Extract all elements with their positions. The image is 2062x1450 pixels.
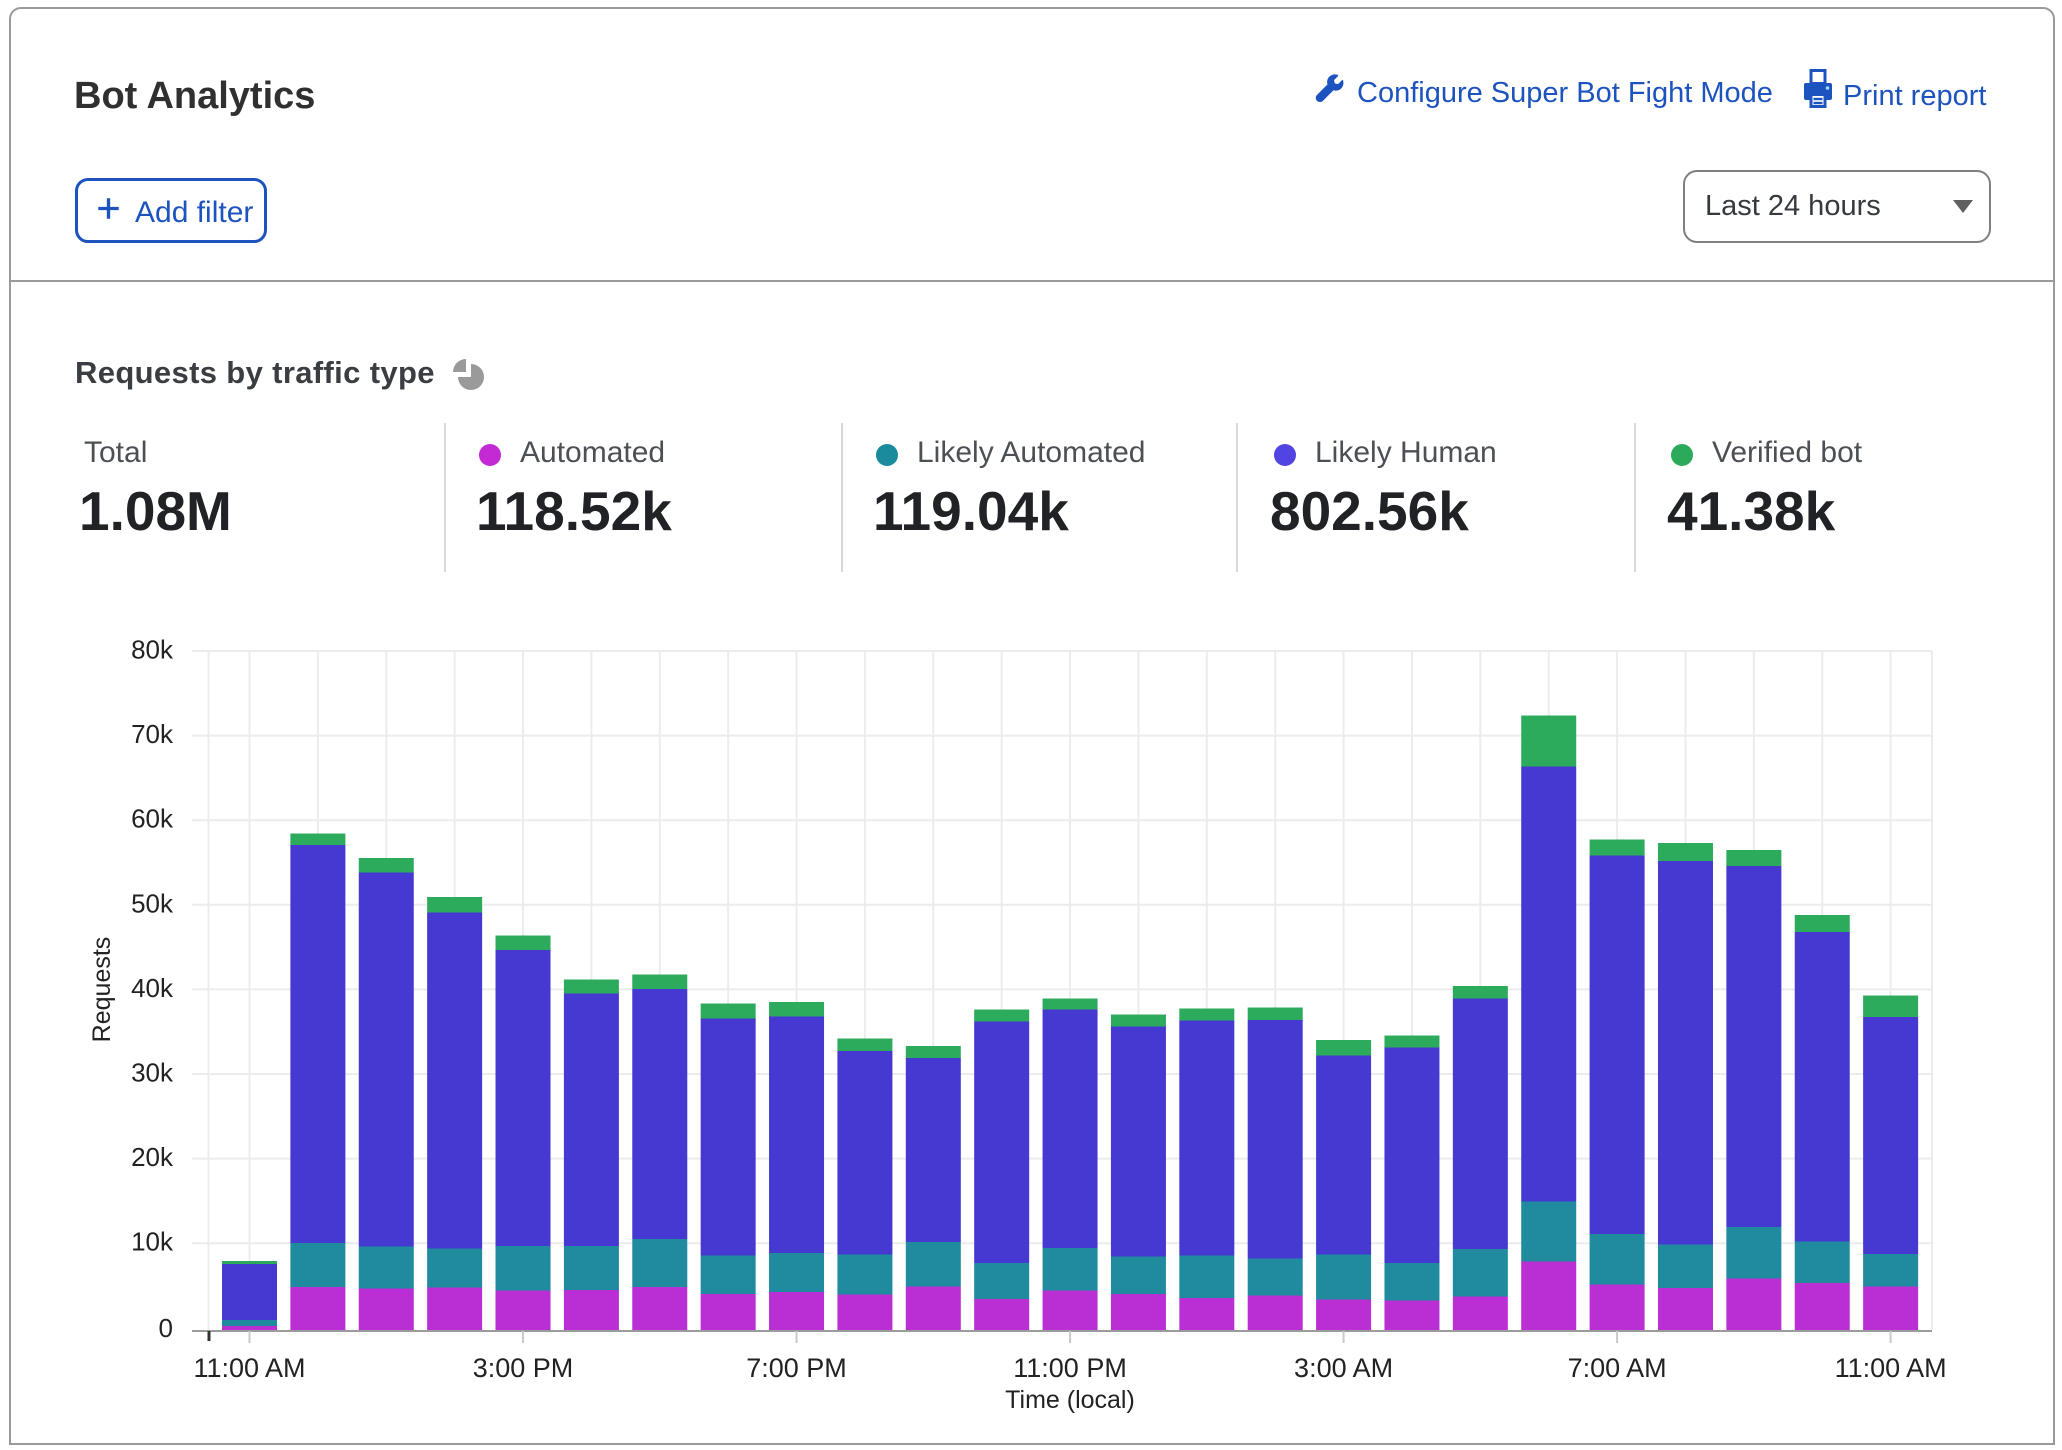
svg-text:7:00 PM: 7:00 PM [746, 1353, 847, 1383]
svg-text:60k: 60k [131, 804, 174, 834]
svg-text:3:00 AM: 3:00 AM [1294, 1353, 1393, 1383]
svg-text:11:00 AM: 11:00 AM [1835, 1353, 1947, 1383]
svg-text:30k: 30k [131, 1058, 174, 1088]
svg-text:10k: 10k [131, 1227, 174, 1257]
svg-text:3:00 PM: 3:00 PM [473, 1353, 574, 1383]
svg-text:50k: 50k [131, 888, 174, 918]
svg-text:20k: 20k [131, 1142, 174, 1172]
svg-text:Time (local): Time (local) [1005, 1386, 1135, 1414]
svg-text:80k: 80k [131, 635, 174, 665]
svg-text:70k: 70k [131, 719, 174, 749]
svg-text:11:00 AM: 11:00 AM [193, 1353, 305, 1383]
svg-text:0: 0 [159, 1313, 173, 1343]
svg-text:40k: 40k [131, 973, 174, 1003]
svg-text:11:00 PM: 11:00 PM [1013, 1353, 1127, 1383]
svg-text:7:00 AM: 7:00 AM [1568, 1353, 1667, 1383]
svg-text:Requests: Requests [88, 937, 116, 1043]
